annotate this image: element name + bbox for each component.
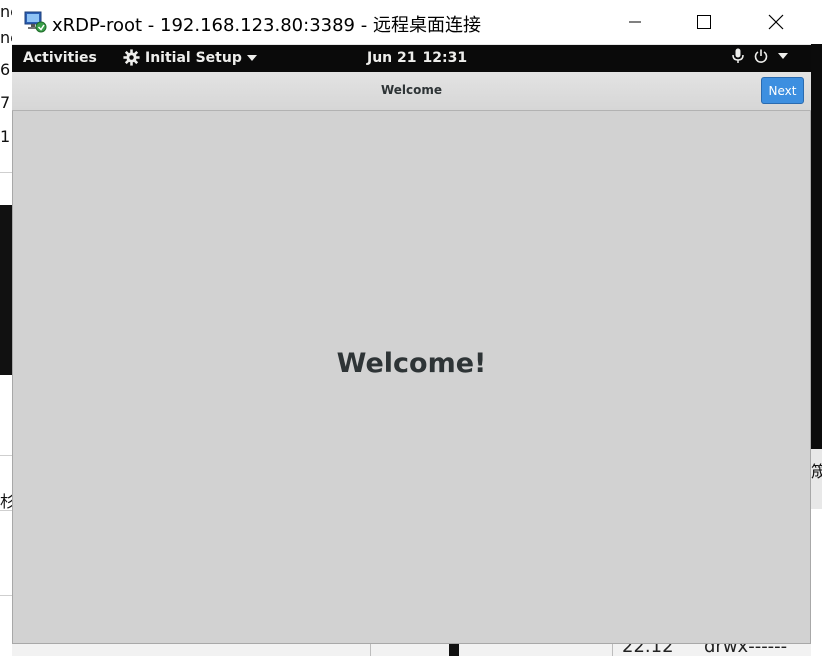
bg-text-fragment: drwx------	[704, 644, 788, 656]
background-desktop-right: 筬	[811, 0, 822, 656]
gnome-top-bar: Activities Initial Setup Jun 21 12:31	[12, 45, 811, 72]
rdp-window-title: xRDP-root - 192.168.123.80:3389 - 远程桌面连接	[52, 15, 481, 36]
system-status-area[interactable]	[732, 48, 788, 64]
clock-date: Jun 21	[367, 50, 417, 66]
triangle-down-icon	[778, 53, 788, 59]
power-icon	[754, 49, 768, 63]
maximize-icon	[697, 15, 711, 29]
bg-text-fragment: 筬	[811, 462, 822, 481]
close-icon	[768, 14, 784, 30]
maximize-button[interactable]	[681, 0, 727, 44]
app-menu-label: Initial Setup	[145, 49, 242, 66]
remote-desktop-icon	[23, 10, 47, 34]
setup-header-title: Welcome	[380, 83, 443, 97]
bg-text-fragment: 7	[0, 93, 11, 112]
app-menu-initial-setup[interactable]: Initial Setup	[123, 49, 257, 66]
bg-text-fragment: nc	[0, 28, 12, 47]
triangle-down-icon	[246, 54, 257, 61]
microphone-icon	[732, 48, 744, 63]
setup-content: Welcome!	[12, 111, 811, 644]
background-desktop-bottom: 22.12 drwx------	[12, 644, 811, 656]
minimize-button[interactable]	[612, 0, 658, 44]
rdp-window-titlebar[interactable]: xRDP-root - 192.168.123.80:3389 - 远程桌面连接	[12, 0, 811, 45]
clock-time: 12:31	[422, 50, 468, 66]
bg-text-fragment: 杉	[0, 492, 12, 511]
clock[interactable]: Jun 21 12:31	[367, 50, 467, 66]
background-desktop-left: nc nc 6 7 1 杉	[0, 0, 12, 656]
gear-icon	[123, 49, 140, 66]
bg-text-fragment: 1	[0, 127, 11, 146]
bg-text-fragment: 6	[0, 60, 11, 79]
next-button[interactable]: Next	[761, 77, 804, 104]
minimize-icon	[629, 21, 641, 23]
bg-text-fragment: nc	[0, 2, 12, 21]
close-button[interactable]	[753, 0, 799, 44]
bg-text-fragment: 22.12	[622, 644, 674, 656]
activities-button[interactable]: Activities	[23, 50, 97, 66]
initial-setup-window: Welcome Next Welcome!	[12, 72, 811, 644]
setup-headerbar: Welcome Next	[12, 72, 811, 111]
welcome-heading: Welcome!	[336, 348, 487, 379]
